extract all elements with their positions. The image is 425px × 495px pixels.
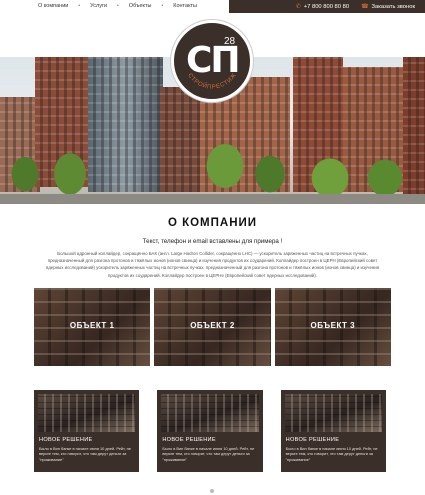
scroll-indicator[interactable] [210,489,214,493]
news-title: НОВОЕ РЕШЕНИЕ [39,437,93,443]
call-icon: ☎ [361,4,369,10]
nav-item-about[interactable]: О компании [38,3,68,9]
nav-separator: • [78,3,81,9]
contact-bar: ✆ +7 800 800 80 80 ☎ Заказать звонок [229,0,425,13]
phone-number[interactable]: +7 800 800 80 80 [304,4,349,10]
news-image [161,394,259,432]
news-list: НОВОЕ РЕШЕНИЕ Было в Вин банке в начале … [34,390,386,472]
company-logo[interactable]: СТРОЙПРЕСТИЖ СП 28 [171,20,253,102]
nav-separator: • [117,3,119,9]
logo-number: 28 [224,36,236,47]
news-text: Было в Вин банке в начале июня 10 дней. … [39,446,131,462]
nav-separator: • [161,3,164,9]
nav-item-services[interactable]: Услуги [90,3,107,9]
news-title: НОВОЕ РЕШЕНИЕ [162,437,216,443]
object-card-label: ОБЪЕКТ 3 [310,321,356,330]
call-request-button[interactable]: Заказать звонок [372,4,415,10]
news-card[interactable]: НОВОЕ РЕШЕНИЕ Было в Вин банке в начале … [34,390,140,472]
object-card-3[interactable]: ОБЪЕКТ 3 [274,288,391,366]
top-bar: О компании • Услуги • Объекты • Контакты… [0,0,425,13]
news-text: Было в Вин банке в начале июня 10 дней. … [162,446,255,462]
news-title: НОВОЕ РЕШЕНИЕ [285,437,340,443]
news-image [284,394,382,432]
main-nav: О компании • Услуги • Объекты • Контакты [38,3,197,9]
object-card-1[interactable]: ОБЪЕКТ 1 [34,288,151,366]
nav-item-objects[interactable]: Объекты [129,3,152,9]
object-card-label: ОБЪЕКТ 2 [190,321,235,330]
object-card-label: ОБЪЕКТ 1 [69,321,115,330]
objects-gallery: ОБЪЕКТ 1 ОБЪЕКТ 2 ОБЪЕКТ 3 [34,288,391,366]
news-text: Было в Вин банке в начале июня 10 дней. … [285,446,378,462]
about-subtitle: Текст, телефон и email вставлены для при… [142,238,283,245]
phone-icon: ✆ [295,4,301,10]
news-card[interactable]: НОВОЕ РЕШЕНИЕ Было в Вин банке в начале … [157,390,263,472]
nav-item-contacts[interactable]: Контакты [173,3,197,9]
object-card-2[interactable]: ОБЪЕКТ 2 [154,288,271,366]
about-title: О КОМПАНИИ [167,217,258,229]
news-image [38,394,136,432]
news-card[interactable]: НОВОЕ РЕШЕНИЕ Было в Вин банке в начале … [280,390,386,472]
about-text: Большой адронный коллайдер, сокращённо Б… [45,251,380,278]
